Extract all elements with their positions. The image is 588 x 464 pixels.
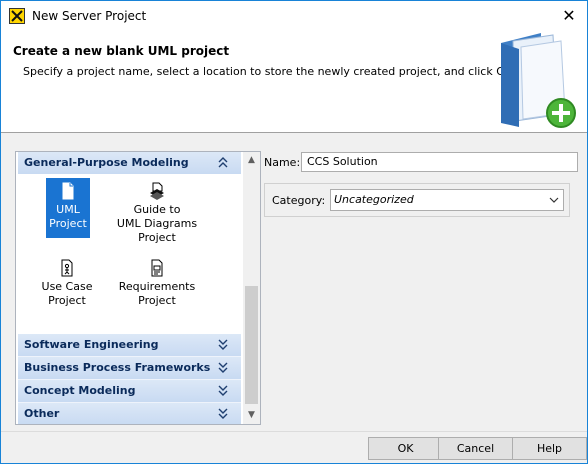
scroll-down-arrow-icon[interactable]: ▼	[243, 407, 260, 424]
category-dropdown[interactable]: Uncategorized	[330, 189, 564, 211]
item-label-line1: Requirements	[118, 280, 196, 293]
use-case-icon	[61, 259, 73, 277]
item-label-line2: Project	[48, 294, 86, 307]
scroll-up-arrow-icon[interactable]: ▲	[243, 152, 260, 169]
expand-chevron-icon	[218, 408, 228, 419]
requirements-project-item[interactable]: Requirements Project	[112, 258, 202, 308]
group-content: UML Project Guide to UML Diagrams Projec…	[18, 174, 241, 334]
item-label-line1: Guide to	[133, 203, 181, 216]
name-label: Name:	[264, 156, 301, 169]
app-icon	[9, 8, 25, 24]
details-panel	[264, 223, 574, 423]
new-server-project-dialog: New Server Project ✕ Create a new blank …	[0, 0, 588, 464]
item-label-line2: Project	[138, 294, 176, 307]
vertical-scrollbar[interactable]: ▲ ▼	[243, 152, 260, 424]
dialog-header: Create a new blank UML project Specify a…	[1, 31, 587, 133]
item-label-line1: Use Case	[41, 280, 93, 293]
category-group: Category: Uncategorized	[264, 183, 570, 217]
expand-chevron-icon	[218, 339, 228, 350]
uml-project-item[interactable]: UML Project	[46, 178, 90, 238]
requirements-icon	[151, 259, 163, 277]
ok-button[interactable]: OK	[368, 437, 443, 460]
collapse-chevron-icon	[218, 157, 228, 168]
group-concept-modeling[interactable]: Concept Modeling	[18, 380, 241, 403]
button-bar: OK Cancel Help	[1, 431, 587, 463]
header-title: Create a new blank UML project	[13, 44, 230, 58]
category-label: Category:	[272, 194, 326, 207]
group-label: Other	[24, 407, 60, 420]
group-label: General-Purpose Modeling	[24, 156, 189, 169]
group-label: Concept Modeling	[24, 384, 136, 397]
document-icon	[62, 182, 74, 200]
scroll-thumb[interactable]	[245, 286, 258, 404]
expand-chevron-icon	[218, 385, 228, 396]
group-general-purpose-modeling[interactable]: General-Purpose Modeling	[18, 152, 241, 175]
group-business-process-frameworks[interactable]: Business Process Frameworks	[18, 357, 241, 380]
close-button[interactable]: ✕	[557, 4, 581, 28]
item-label-line1: UML	[56, 203, 80, 216]
title-bar: New Server Project ✕	[1, 1, 587, 31]
group-label: Software Engineering	[24, 338, 159, 351]
group-label: Business Process Frameworks	[24, 361, 211, 374]
project-type-panel: General-Purpose Modeling UML Project Gui…	[15, 151, 261, 425]
group-other[interactable]: Other	[18, 403, 241, 424]
item-label-line2: Project	[49, 217, 87, 230]
expand-chevron-icon	[218, 362, 228, 373]
item-label-line2: UML Diagrams	[116, 217, 198, 230]
use-case-project-item[interactable]: Use Case Project	[22, 258, 112, 308]
help-button[interactable]: Help	[512, 437, 587, 460]
guide-icon	[150, 182, 164, 200]
chevron-down-icon	[549, 197, 559, 203]
new-project-illustration-icon	[501, 33, 576, 128]
guide-uml-diagrams-project-item[interactable]: Guide to UML Diagrams Project	[112, 178, 202, 245]
category-value: Uncategorized	[334, 193, 414, 206]
group-software-engineering[interactable]: Software Engineering	[18, 334, 241, 357]
header-subtitle: Specify a project name, select a locatio…	[23, 65, 516, 78]
cancel-button[interactable]: Cancel	[438, 437, 513, 460]
project-name-input[interactable]: CCS Solution	[301, 152, 578, 172]
window-title: New Server Project	[32, 9, 147, 23]
item-label-line3: Project	[138, 231, 176, 244]
